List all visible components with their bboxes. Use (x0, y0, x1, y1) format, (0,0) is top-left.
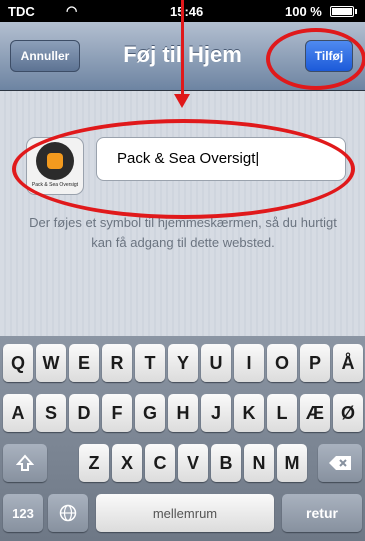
shift-arrow-icon (16, 454, 34, 471)
key-g[interactable]: G (135, 394, 165, 432)
globe-icon (59, 504, 77, 522)
key-x[interactable]: X (112, 444, 142, 482)
key-e[interactable]: E (69, 344, 99, 382)
key-r[interactable]: R (102, 344, 132, 382)
battery-icon (330, 6, 354, 17)
key-t[interactable]: T (135, 344, 165, 382)
key-s[interactable]: S (36, 394, 66, 432)
wifi-icon: ◠ (66, 3, 78, 18)
hint-text: Der føjes et symbol til hjemmeskærmen, s… (29, 215, 337, 250)
keyboard: Q W E R T Y U I O P Å A S D F G H J K L … (0, 336, 365, 541)
battery-percent: 100 % (285, 4, 322, 19)
key-a[interactable]: A (3, 394, 33, 432)
globe-key[interactable] (48, 494, 88, 532)
key-u[interactable]: U (201, 344, 231, 382)
numbers-key[interactable]: 123 (3, 494, 43, 532)
key-n[interactable]: N (244, 444, 274, 482)
key-l[interactable]: L (267, 394, 297, 432)
key-q[interactable]: Q (3, 344, 33, 382)
key-c[interactable]: C (145, 444, 175, 482)
name-field-highlight (12, 119, 355, 219)
clock: 15:46 (170, 4, 204, 19)
key-h[interactable]: H (168, 394, 198, 432)
arrow-down-icon (174, 94, 190, 108)
key-w[interactable]: W (36, 344, 66, 382)
backspace-icon (329, 456, 351, 470)
battery-cap (355, 9, 357, 14)
key-j[interactable]: J (201, 394, 231, 432)
key-o[interactable]: O (267, 344, 297, 382)
key-b[interactable]: B (211, 444, 241, 482)
key-f[interactable]: F (102, 394, 132, 432)
key-aa[interactable]: Å (333, 344, 363, 382)
screen: TDC ◠ 15:46 100 % Annuller Føj til Hjem … (0, 0, 365, 541)
key-ae[interactable]: Æ (300, 394, 330, 432)
key-p[interactable]: P (300, 344, 330, 382)
key-oe[interactable]: Ø (333, 394, 363, 432)
key-m[interactable]: M (277, 444, 307, 482)
key-y[interactable]: Y (168, 344, 198, 382)
carrier-label: TDC (8, 4, 35, 19)
key-i[interactable]: I (234, 344, 264, 382)
annotation-arrow-shaft (181, 0, 184, 97)
space-key[interactable]: mellemrum (96, 494, 274, 532)
key-d[interactable]: D (69, 394, 99, 432)
delete-key[interactable] (318, 444, 362, 482)
key-v[interactable]: V (178, 444, 208, 482)
shift-key[interactable] (3, 444, 47, 482)
return-key[interactable]: retur (282, 494, 362, 532)
add-button-highlight (266, 28, 365, 90)
key-z[interactable]: Z (79, 444, 109, 482)
key-k[interactable]: K (234, 394, 264, 432)
